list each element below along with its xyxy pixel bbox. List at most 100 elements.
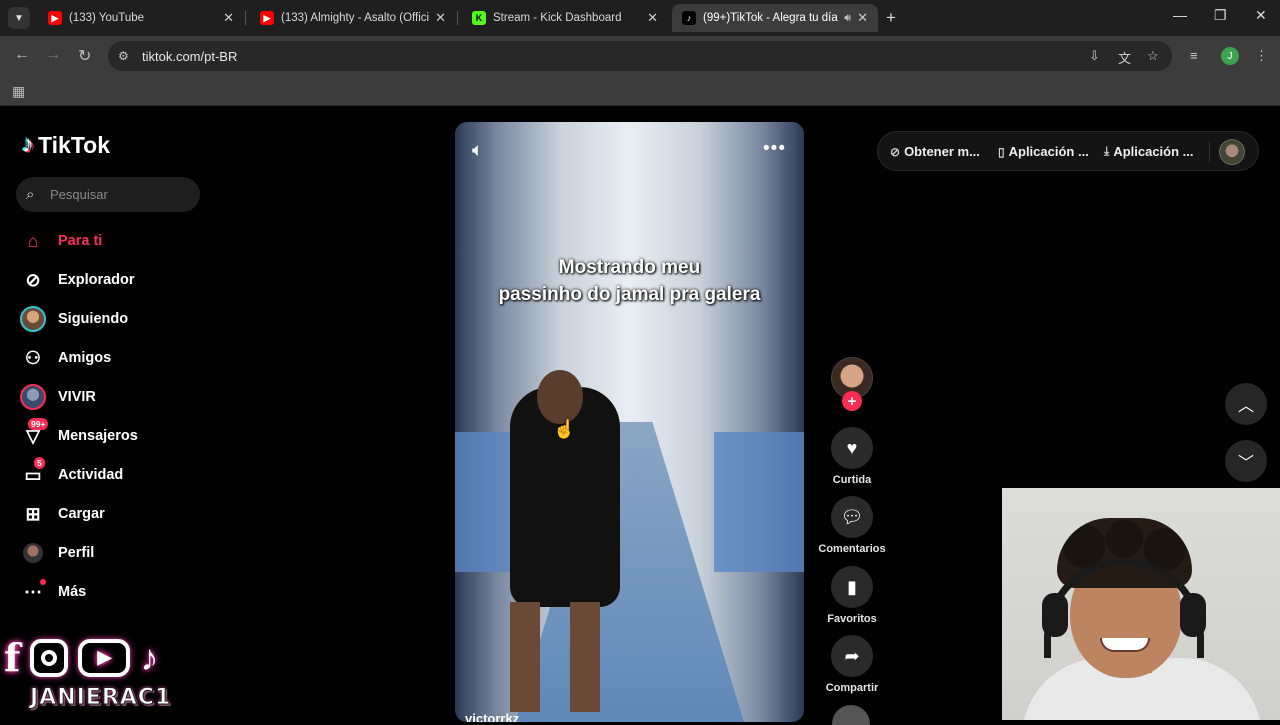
sidebar-item-explorador[interactable]: ⊘ Explorador (20, 265, 134, 295)
sidebar-item-mensajeros[interactable]: ▽ 99+ Mensajeros (20, 418, 138, 451)
bookmark-icon: ▮ (831, 566, 873, 608)
instagram-icon (30, 638, 69, 677)
site-info-icon[interactable]: ⚙ (118, 49, 134, 63)
share-button[interactable]: ➦ Compartir (812, 635, 892, 694)
favorites-button[interactable]: ▮ Favoritos (812, 566, 892, 625)
coin-icon: ⊘ (890, 144, 901, 159)
following-avatar-icon (20, 306, 46, 332)
reload-icon[interactable]: ↻ (78, 46, 91, 66)
tab-kick[interactable]: K Stream - Kick Dashboard ✕ (462, 4, 668, 32)
profile-avatar[interactable]: J (1221, 47, 1239, 65)
close-tab-icon[interactable]: ✕ (223, 10, 234, 26)
video-author[interactable]: victorrkz (465, 711, 519, 722)
tiktok-logo[interactable]: ♪ TikTok (22, 131, 110, 159)
webcam-smile (1100, 638, 1150, 652)
more-icon: ⋯ (20, 579, 46, 605)
app-button[interactable]: ▯ Aplicación ... (998, 144, 1089, 159)
video-caption: Mostrando meu passinho do jamal pra gale… (498, 257, 761, 305)
tiktok-note-icon: ♪ (22, 131, 34, 158)
new-tab-button[interactable]: + (886, 8, 896, 28)
follow-plus-icon[interactable]: + (842, 391, 862, 411)
chevron-down-icon: ▼ (14, 12, 24, 24)
tab-almighty[interactable]: ▶ (133) Almighty - Asalto (Official ✕ (250, 4, 456, 32)
sidebar-item-actividad[interactable]: ▭ 5 Actividad (20, 457, 123, 490)
install-app-icon[interactable]: ⇩ (1089, 48, 1100, 64)
tab-search-button[interactable]: ▼ (8, 7, 30, 29)
youtube-icon: ▶ (48, 11, 62, 25)
close-tab-icon[interactable]: ✕ (647, 10, 658, 26)
translate-icon[interactable]: 文 (1118, 48, 1131, 67)
upload-icon: ⊞ (25, 503, 41, 524)
headset-earcup-right (1180, 593, 1206, 637)
sidebar-item-perfil[interactable]: Perfil (20, 538, 94, 568)
sidebar-item-cargar[interactable]: ⊞ Cargar (20, 499, 104, 529)
close-tab-icon[interactable]: ✕ (857, 10, 868, 26)
kick-icon: K (472, 11, 486, 25)
top-actions-bar: ⊘ Obtener m... ▯ Aplicación ... ⤓ Aplica… (877, 131, 1259, 171)
phone-icon: ▯ (998, 144, 1005, 159)
chevron-down-icon: ﹀ (1237, 455, 1254, 472)
bookmark-star-icon[interactable]: ☆ (1147, 48, 1159, 64)
video-scene-seats-right (714, 432, 804, 572)
more-options-icon[interactable]: ••• (763, 138, 786, 160)
webcam-overlay (1002, 488, 1280, 720)
close-window-button[interactable]: ✕ (1255, 7, 1267, 24)
home-icon: ⌂ (27, 230, 39, 251)
apps-grid-icon[interactable]: ▦ (12, 83, 25, 100)
heart-icon: ♥ (831, 427, 873, 469)
search-icon: ⌕ (26, 186, 35, 203)
friends-icon: ⚇ (24, 347, 42, 368)
sidebar-item-mas[interactable]: ⋯ Más (20, 577, 86, 607)
speaker-icon[interactable]: 🔊︎ (844, 12, 851, 25)
hand-cursor-icon: ☝ (553, 419, 576, 439)
tab-divider (245, 11, 246, 25)
sidebar-item-para-ti[interactable]: ⌂ Para ti (20, 226, 103, 256)
bookmarks-bar: ▦ (0, 76, 1280, 106)
activity-icon: ▭ 5 (20, 457, 46, 488)
volume-icon[interactable]: 🔈︎ (472, 140, 483, 162)
social-overlay: f ▶ ♪ (4, 635, 158, 680)
plus-icon: + (886, 8, 896, 27)
sidebar-item-amigos[interactable]: ⚇ Amigos (20, 343, 111, 373)
share-icon: ➦ (831, 635, 873, 677)
forward-arrow-icon[interactable]: → (45, 46, 61, 64)
kebab-menu-icon[interactable]: ⋮ (1255, 48, 1268, 64)
tab-strip: ▼ ▶ (133) YouTube ✕ ▶ (133) Almighty - A… (0, 0, 1280, 36)
video-player[interactable]: Mostrando meu passinho do jamal pra gale… (455, 122, 804, 722)
streamer-handle: JANIERAC1 (29, 685, 172, 711)
compass-icon: ⊘ (25, 269, 41, 290)
app-download-button[interactable]: ⤓ Aplicación ... (1104, 144, 1194, 159)
youtube-icon: ▶ (78, 638, 131, 677)
search-input[interactable]: ⌕ Pesquisar (16, 177, 200, 212)
previous-video-button[interactable]: ︿ (1225, 383, 1267, 425)
tiktok-icon: ♪ (682, 11, 696, 25)
tab-youtube[interactable]: ▶ (133) YouTube ✕ (38, 4, 244, 32)
video-scene-dancer-head (537, 370, 583, 424)
profile-avatar-icon (20, 540, 46, 566)
pill-divider (1209, 141, 1210, 163)
sidebar-item-siguiendo[interactable]: Siguiendo (20, 304, 128, 334)
media-control-icon[interactable]: ≡ (1190, 48, 1198, 63)
minimize-button[interactable]: — (1173, 7, 1187, 23)
music-disc-icon[interactable] (832, 705, 870, 725)
get-coins-button[interactable]: ⊘ Obtener m... (890, 144, 980, 159)
close-tab-icon[interactable]: ✕ (435, 10, 446, 26)
restore-button[interactable]: ❐ (1214, 7, 1227, 24)
address-bar[interactable]: ⚙ tiktok.com/pt-BR (108, 41, 1172, 71)
tab-tiktok[interactable]: ♪ (99+)TikTok - Alegra tu día 🔊︎ ✕ (672, 4, 878, 32)
tiktok-icon: ♪ (140, 636, 159, 678)
url-text: tiktok.com/pt-BR (142, 48, 238, 64)
back-arrow-icon[interactable]: ← (14, 46, 30, 64)
messages-icon: ▽ 99+ (20, 418, 49, 449)
youtube-icon: ▶ (260, 11, 274, 25)
browser-toolbar: ← → ↻ ⚙ tiktok.com/pt-BR ⇩ 文 ☆ ≡ ⋮ (0, 36, 1280, 76)
notification-dot (40, 579, 46, 585)
comments-button[interactable]: 💬︎ Comentarios (812, 496, 892, 555)
facebook-icon: f (4, 635, 21, 680)
user-avatar[interactable] (1219, 139, 1245, 165)
download-icon: ⤓ (1104, 144, 1110, 158)
next-video-button[interactable]: ﹀ (1225, 440, 1267, 482)
like-button[interactable]: ♥ Curtida (812, 427, 892, 486)
sidebar-item-vivir[interactable]: VIVIR (20, 382, 96, 412)
activity-badge: 5 (34, 457, 45, 469)
